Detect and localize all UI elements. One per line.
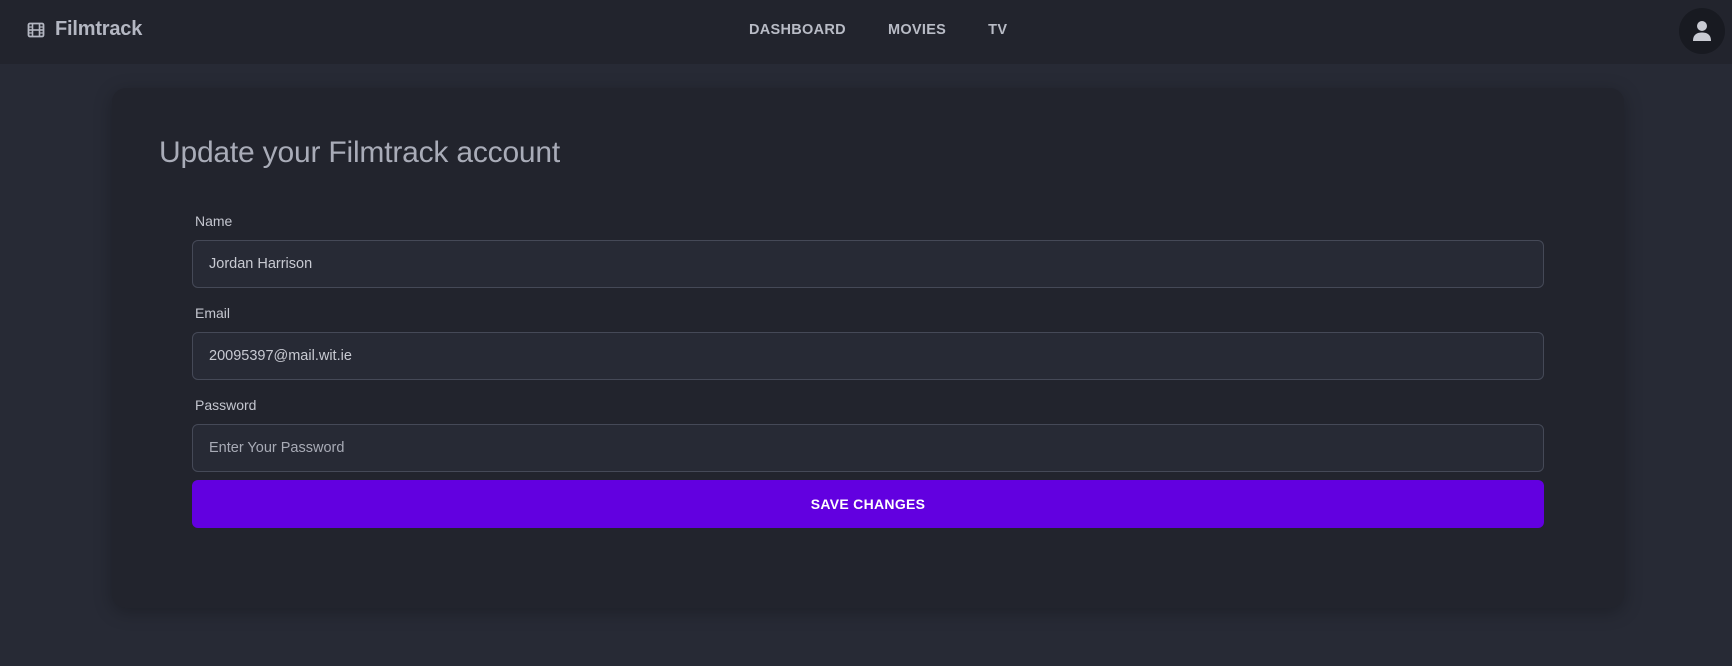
film-icon	[27, 22, 45, 37]
brand-name: Filmtrack	[55, 18, 143, 40]
top-navbar: Filmtrack DASHBOARD MOVIES TV	[0, 0, 1732, 64]
brand-logo[interactable]: Filmtrack	[27, 18, 142, 41]
account-avatar-button[interactable]	[1679, 8, 1725, 54]
password-label: Password	[195, 397, 257, 413]
page-title: Update your Filmtrack account	[159, 136, 561, 169]
save-changes-button[interactable]: SAVE CHANGES	[192, 480, 1544, 528]
main-nav: DASHBOARD MOVIES TV	[749, 22, 1007, 38]
name-label: Name	[195, 213, 233, 229]
nav-link-tv[interactable]: TV	[988, 22, 1007, 38]
email-label: Email	[195, 305, 231, 321]
nav-link-dashboard[interactable]: DASHBOARD	[749, 22, 846, 38]
password-field[interactable]	[192, 424, 1544, 472]
name-field[interactable]	[192, 240, 1544, 288]
nav-link-movies[interactable]: MOVIES	[888, 22, 946, 38]
user-icon	[1693, 21, 1711, 41]
email-field[interactable]	[192, 332, 1544, 380]
account-form-card: Update your Filmtrack account Name Email…	[112, 88, 1624, 608]
